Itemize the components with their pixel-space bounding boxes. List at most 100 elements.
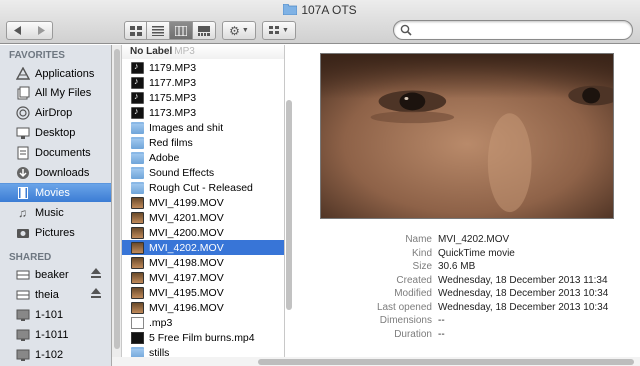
video-file-icon bbox=[131, 196, 144, 209]
file-column-scrollbar[interactable] bbox=[285, 45, 293, 357]
file-row[interactable]: Red films bbox=[122, 135, 284, 150]
file-name: stills bbox=[149, 346, 170, 358]
scrollbar-thumb[interactable] bbox=[286, 100, 292, 310]
sidebar-scrollbar[interactable] bbox=[112, 45, 122, 357]
all-my-files-icon bbox=[15, 86, 30, 100]
file-row[interactable]: 1179.MP3 bbox=[122, 60, 284, 75]
file-row[interactable]: MVI_4197.MOV bbox=[122, 270, 284, 285]
file-name: .mp3 bbox=[149, 316, 173, 329]
horizontal-scrollbar[interactable] bbox=[112, 357, 640, 366]
file-name: 1177.MP3 bbox=[149, 76, 197, 89]
audio-file-icon bbox=[131, 61, 144, 74]
sidebar-item-beaker[interactable]: beaker bbox=[0, 265, 111, 284]
film-file-icon bbox=[131, 331, 144, 344]
file-row[interactable]: 1175.MP3 bbox=[122, 90, 284, 105]
file-row[interactable]: MVI_4198.MOV bbox=[122, 255, 284, 270]
window-title-text: 107A OTS bbox=[301, 3, 357, 17]
desktop-icon bbox=[15, 126, 30, 140]
file-row[interactable]: Images and shit bbox=[122, 120, 284, 135]
sidebar-item-1-1011[interactable]: 1-1011 bbox=[0, 325, 111, 344]
audio-file-icon bbox=[131, 76, 144, 89]
file-row[interactable]: Sound Effects bbox=[122, 165, 284, 180]
shared-header: SHARED bbox=[9, 252, 52, 263]
forward-button[interactable] bbox=[29, 21, 53, 40]
column-header-label: No Label bbox=[130, 46, 173, 57]
file-row[interactable]: 1173.MP3 bbox=[122, 105, 284, 120]
video-file-icon bbox=[131, 286, 144, 299]
info-key: Size bbox=[412, 261, 432, 272]
info-row: Kind QuickTime movie bbox=[294, 248, 640, 261]
info-key: Dimensions bbox=[379, 315, 432, 326]
column-view-button[interactable] bbox=[170, 21, 193, 40]
column-header-underlay: MP3 bbox=[174, 46, 195, 57]
file-name: MVI_4196.MOV bbox=[149, 301, 224, 314]
sidebar-item-documents[interactable]: Documents bbox=[0, 143, 111, 162]
file-row[interactable]: stills bbox=[122, 345, 284, 358]
action-menu-button[interactable]: ⚙ ▼ bbox=[222, 21, 256, 40]
file-row[interactable]: MVI_4195.MOV bbox=[122, 285, 284, 300]
sidebar-item-pictures[interactable]: Pictures bbox=[0, 223, 111, 242]
sidebar-item-music[interactable]: ♫ Music bbox=[0, 203, 111, 222]
sidebar-item-label: Movies bbox=[35, 187, 70, 199]
eject-icon[interactable] bbox=[91, 268, 101, 279]
toolbar: 107A OTS ⚙ ▼ ▼ bbox=[0, 0, 640, 44]
sidebar-item-label: Applications bbox=[35, 67, 95, 80]
sidebar-item-downloads[interactable]: Downloads bbox=[0, 163, 111, 182]
file-row[interactable]: MVI_4199.MOV bbox=[122, 195, 284, 210]
sidebar-item-1-102[interactable]: 1-102 bbox=[0, 345, 111, 364]
back-button[interactable] bbox=[6, 21, 30, 40]
folder-icon bbox=[131, 136, 144, 149]
video-thumbnail[interactable] bbox=[320, 53, 614, 219]
arrange-button[interactable]: ▼ bbox=[262, 21, 296, 40]
gear-icon: ⚙ bbox=[229, 23, 240, 38]
sidebar-item-all-my-files[interactable]: All My Files bbox=[0, 83, 111, 102]
scrollbar-thumb[interactable] bbox=[114, 49, 120, 349]
arrange-grid-icon bbox=[269, 26, 280, 34]
file-name: 1173.MP3 bbox=[149, 106, 197, 119]
list-view-button[interactable] bbox=[147, 21, 170, 40]
scrollbar-thumb[interactable] bbox=[258, 359, 634, 365]
search-input[interactable] bbox=[416, 23, 621, 37]
file-row[interactable]: .mp3 bbox=[122, 315, 284, 330]
file-row[interactable]: 5 Free Film burns.mp4 bbox=[122, 330, 284, 345]
folder-icon bbox=[131, 121, 144, 134]
favorites-header: FAVORITES bbox=[9, 50, 65, 61]
info-value: Wednesday, 18 December 2013 10:34 bbox=[438, 301, 609, 313]
file-row[interactable]: MVI_4202.MOV bbox=[122, 240, 284, 255]
sidebar-item-applications[interactable]: Applications bbox=[0, 64, 111, 83]
search-field[interactable] bbox=[393, 20, 633, 40]
icon-view-button[interactable] bbox=[124, 21, 147, 40]
file-name: Adobe bbox=[149, 151, 180, 164]
sidebar-item-label: 1-101 bbox=[35, 308, 64, 321]
file-name: 1175.MP3 bbox=[149, 91, 197, 104]
file-row[interactable]: Rough Cut - Released bbox=[122, 180, 284, 195]
file-row[interactable]: MVI_4196.MOV bbox=[122, 300, 284, 315]
sidebar-item-label: Downloads bbox=[35, 166, 90, 179]
file-name: MVI_4195.MOV bbox=[149, 286, 224, 299]
info-row: Dimensions -- bbox=[294, 315, 640, 328]
forward-arrow-icon bbox=[37, 26, 45, 35]
sidebar-item-theia[interactable]: theia bbox=[0, 285, 111, 304]
file-row[interactable]: Adobe bbox=[122, 150, 284, 165]
video-file-icon bbox=[131, 211, 144, 224]
file-name: MVI_4198.MOV bbox=[149, 256, 224, 269]
info-value: -- bbox=[438, 315, 445, 326]
sidebar-item-label: All My Files bbox=[35, 86, 92, 99]
sidebar-item-label: 1-1011 bbox=[35, 328, 69, 341]
video-file-icon bbox=[131, 241, 144, 254]
info-row: Modified Wednesday, 18 December 2013 10:3… bbox=[294, 288, 640, 301]
file-name: MVI_4202.MOV bbox=[149, 241, 224, 254]
sidebar-item-1-101[interactable]: 1-101 bbox=[0, 305, 111, 324]
eject-icon[interactable] bbox=[91, 288, 101, 299]
file-row[interactable]: MVI_4201.MOV bbox=[122, 210, 284, 225]
info-value: -- bbox=[438, 328, 445, 340]
file-row[interactable]: 1177.MP3 bbox=[122, 75, 284, 90]
sidebar-item-movies[interactable]: Movies bbox=[0, 183, 111, 202]
file-row[interactable]: MVI_4200.MOV bbox=[122, 225, 284, 240]
file-name: 5 Free Film burns.mp4 bbox=[149, 331, 255, 344]
sidebar-item-airdrop[interactable]: AirDrop bbox=[0, 103, 111, 122]
cover-flow-view-button[interactable] bbox=[193, 21, 216, 40]
pictures-icon bbox=[15, 226, 30, 240]
audio-file-icon bbox=[131, 106, 144, 119]
sidebar-item-desktop[interactable]: Desktop bbox=[0, 123, 111, 142]
